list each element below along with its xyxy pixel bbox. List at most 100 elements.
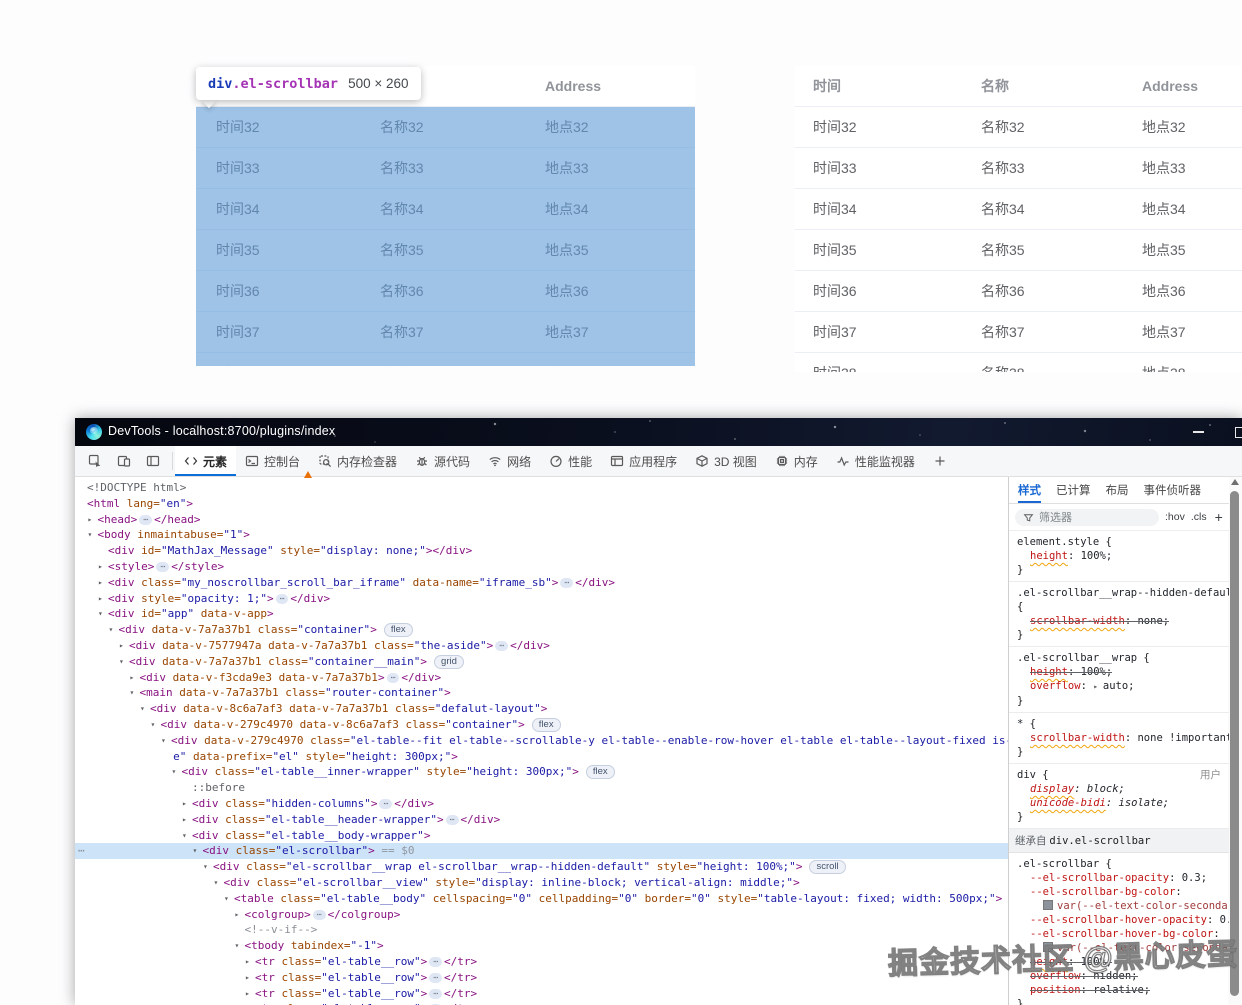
table-row[interactable]: 时间35 名称35 地点35 [795, 230, 1242, 271]
scrollbar-thumb[interactable] [1230, 491, 1239, 996]
css-line[interactable]: unicode-bidi: isolate; [1015, 796, 1223, 810]
elements-tree-line[interactable]: <!--v-if--> [75, 922, 1008, 938]
styles-tab-样式[interactable]: 样式 [1018, 477, 1041, 503]
elements-tree-line[interactable]: ▸<tr class="el-table__row">⋯</tr> [75, 1001, 1008, 1005]
collapse-arrow-icon[interactable]: ▾ [203, 859, 208, 875]
expand-ellipsis-icon[interactable]: ⋯ [429, 988, 443, 999]
expand-arrow-icon[interactable]: ▸ [182, 796, 187, 812]
expand-ellipsis-icon[interactable]: ⋯ [495, 640, 509, 651]
toggle-class-button[interactable]: .cls [1191, 511, 1207, 523]
css-rule[interactable]: .el-scrollbar__wrap {height: 100%; overfl… [1009, 647, 1229, 713]
scroll-up-icon[interactable] [1231, 479, 1239, 485]
elements-tree-line[interactable]: ▾ <div data-v-7a7a37b1 class="container">… [75, 622, 1008, 638]
elements-tree-line[interactable]: ▸ <style> ⋯ </style> [75, 559, 1008, 575]
devtools-tab-内存检查器[interactable]: 内存检查器 [309, 446, 406, 476]
layout-badge[interactable]: grid [434, 654, 464, 669]
collapse-arrow-icon[interactable]: ▾ [130, 685, 135, 701]
device-toolbar-button[interactable] [113, 450, 135, 472]
elements-tree-line[interactable]: ▸ <div data-v-7577947a data-v-7a7a37b1 cl… [75, 638, 1008, 654]
expand-ellipsis-icon[interactable]: ⋯ [275, 593, 289, 604]
css-line[interactable]: * { [1015, 717, 1223, 731]
expand-arrow-icon[interactable]: ▸ [98, 575, 103, 591]
table-row[interactable]: 时间33 名称33 地点33 [795, 148, 1242, 189]
css-line[interactable]: --el-scrollbar-bg-color: [1015, 885, 1223, 899]
elements-tree-line[interactable]: ▾ <body inmaintabuse="1"> [75, 527, 1008, 543]
expand-arrow-icon[interactable]: ▸ [245, 954, 250, 970]
expand-arrow-icon[interactable]: ▸ [245, 986, 250, 1002]
css-line[interactable]: } [1015, 810, 1223, 824]
expand-arrow-icon[interactable]: ▸ [130, 670, 135, 686]
elements-tree-line[interactable]: ▾ <main data-v-7a7a37b1 class="router-con… [75, 685, 1008, 701]
toggle-pseudo-button[interactable]: :hov [1165, 511, 1185, 523]
css-line[interactable]: element.style { [1015, 535, 1223, 549]
expand-ellipsis-icon[interactable]: ⋯ [379, 798, 393, 809]
collapse-arrow-icon[interactable]: ▾ [172, 764, 177, 780]
table-row[interactable]: 时间37 名称37 地点37 [795, 312, 1242, 353]
elements-tree-line[interactable]: ▾ <div id="app" data-v-app> [75, 606, 1008, 622]
css-line[interactable]: height: 100%; [1015, 549, 1223, 563]
devtools-tab-性能监视器[interactable]: 性能监视器 [827, 446, 924, 476]
elements-tree-line[interactable]: ▾ <table class="el-table__body" cellspaci… [75, 891, 1008, 907]
collapse-arrow-icon[interactable]: ▾ [182, 828, 187, 844]
elements-tree-line[interactable]: ▾ <div data-v-8c6a7af3 data-v-7a7a37b1 cl… [75, 701, 1008, 717]
css-rule[interactable]: element.style {height: 100%;} [1009, 531, 1229, 582]
maximize-icon[interactable] [1235, 427, 1242, 438]
elements-tree-line[interactable]: ▸ <div class="hidden-columns"> ⋯ </div> [75, 796, 1008, 812]
css-line[interactable]: .el-scrollbar__wrap--hidden-default [1015, 586, 1229, 600]
elements-tree-line[interactable]: <div id="MathJax_Message" style="display… [75, 543, 1008, 559]
expand-ellipsis-icon[interactable]: ⋯ [429, 972, 443, 983]
elements-tree-line[interactable]: ▸ <div class="el-table__header-wrapper"> ⋯… [75, 812, 1008, 828]
elements-tree-line[interactable]: ▾ <div class="el-scrollbar__view" style="… [75, 875, 1008, 891]
elements-tree-line-selected[interactable]: ▾ ⋯ <div class="el-scrollbar"> == $0 [75, 843, 1008, 860]
styles-tab-事件侦听器[interactable]: 事件侦听器 [1144, 482, 1202, 498]
styles-tab-已计算[interactable]: 已计算 [1056, 482, 1091, 498]
table-row[interactable]: 时间32 名称32 地点32 [795, 107, 1242, 148]
expand-arrow-icon[interactable]: ▸ [88, 512, 93, 528]
activity-bar-button[interactable] [142, 450, 164, 472]
devtools-tab-add[interactable] [924, 446, 956, 476]
elements-scrollbar[interactable] [1228, 477, 1242, 1005]
expand-ellipsis-icon[interactable]: ⋯ [445, 814, 459, 825]
collapse-arrow-icon[interactable]: ▾ [119, 654, 124, 670]
css-line[interactable]: position: relative; [1015, 983, 1223, 997]
devtools-tab-元素[interactable]: 元素 [175, 446, 237, 476]
collapse-arrow-icon[interactable]: ▾ [88, 527, 93, 543]
css-line[interactable]: } [1015, 694, 1223, 708]
expand-arrow-icon[interactable]: ▸ [182, 812, 187, 828]
css-line[interactable]: --el-scrollbar-opacity: 0.3; [1015, 871, 1223, 885]
devtools-tab-网络[interactable]: 网络 [479, 446, 540, 476]
css-line[interactable]: div {用户 [1015, 768, 1223, 782]
expand-ellipsis-icon[interactable]: ⋯ [386, 672, 400, 683]
css-line[interactable]: } [1015, 997, 1223, 1005]
devtools-tab-应用程序[interactable]: 应用程序 [601, 446, 686, 476]
css-line[interactable]: } [1015, 628, 1223, 642]
css-line[interactable]: --el-scrollbar-hover-opacity: 0.5 [1015, 913, 1229, 927]
elements-tree-line[interactable]: ▾ <div class="el-table__body-wrapper"> [75, 828, 1008, 844]
css-line[interactable]: .el-scrollbar__wrap { [1015, 651, 1223, 665]
css-line[interactable]: height: 100%; [1015, 665, 1223, 679]
expand-ellipsis-icon[interactable]: ⋯ [429, 956, 443, 967]
css-line[interactable]: } [1015, 563, 1223, 577]
expand-arrow-icon[interactable]: ▸ [98, 559, 103, 575]
css-rule[interactable]: .el-scrollbar__wrap--hidden-default{scro… [1009, 582, 1229, 647]
css-line[interactable]: var(--el-text-color-secondar [1015, 899, 1229, 913]
css-rule[interactable]: div {用户 display: block; unicode-bidi: isol… [1009, 764, 1229, 829]
expand-arrow-icon[interactable]: ▸ [119, 638, 124, 654]
expand-ellipsis-icon[interactable]: ⋯ [139, 514, 153, 525]
elements-tree-line[interactable]: <html lang="en"> [75, 496, 1008, 512]
layout-badge[interactable]: scroll [809, 860, 846, 875]
css-rule[interactable]: * {scrollbar-width: none !important;} [1009, 713, 1229, 764]
collapse-arrow-icon[interactable]: ▾ [151, 717, 156, 733]
layout-badge[interactable]: flex [383, 623, 413, 638]
expand-ellipsis-icon[interactable]: ⋯ [560, 577, 574, 588]
expand-arrow-icon[interactable]: ▸ [245, 970, 250, 986]
elements-tree-line[interactable]: ▸<tr class="el-table__row">⋯</tr> [75, 986, 1008, 1002]
css-line[interactable]: } [1015, 745, 1223, 759]
css-line[interactable]: overflow: ▸ auto; [1015, 679, 1223, 694]
collapse-arrow-icon[interactable]: ▾ [161, 733, 166, 749]
elements-tree-line[interactable]: ▾ <div data-v-279c4970 class="el-table--f… [75, 733, 1008, 749]
elements-tree-line[interactable]: ▾ <div class="el-table__inner-wrapper" st… [75, 764, 1008, 780]
css-line[interactable]: scrollbar-width: none; [1015, 614, 1223, 628]
css-line[interactable]: display: block; [1015, 782, 1223, 796]
table-row[interactable]: 时间34 名称34 地点34 [795, 189, 1242, 230]
